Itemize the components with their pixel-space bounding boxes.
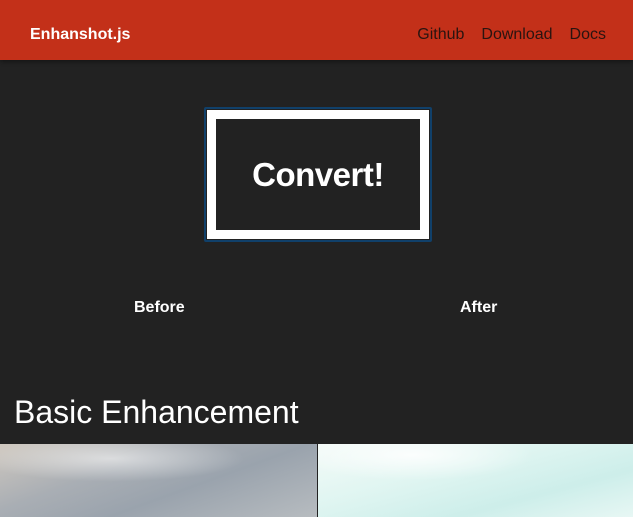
nav-link-docs[interactable]: Docs <box>570 25 606 45</box>
nav-links: Github Download Docs <box>417 25 606 45</box>
section-title: Basic Enhancement <box>14 394 299 430</box>
convert-button-focus-ring: Convert! <box>204 107 432 242</box>
brand-logo[interactable]: Enhanshot.js <box>30 25 130 45</box>
before-image <box>0 444 317 517</box>
nav-link-github[interactable]: Github <box>417 25 464 45</box>
convert-button[interactable]: Convert! <box>207 110 429 239</box>
top-navbar: Enhanshot.js Github Download Docs <box>0 0 633 60</box>
nav-link-download[interactable]: Download <box>481 25 552 45</box>
after-image <box>318 444 633 517</box>
before-label: Before <box>134 299 185 316</box>
after-label: After <box>460 299 498 316</box>
main-content: Convert! Before After Basic Enhancement <box>0 60 633 517</box>
